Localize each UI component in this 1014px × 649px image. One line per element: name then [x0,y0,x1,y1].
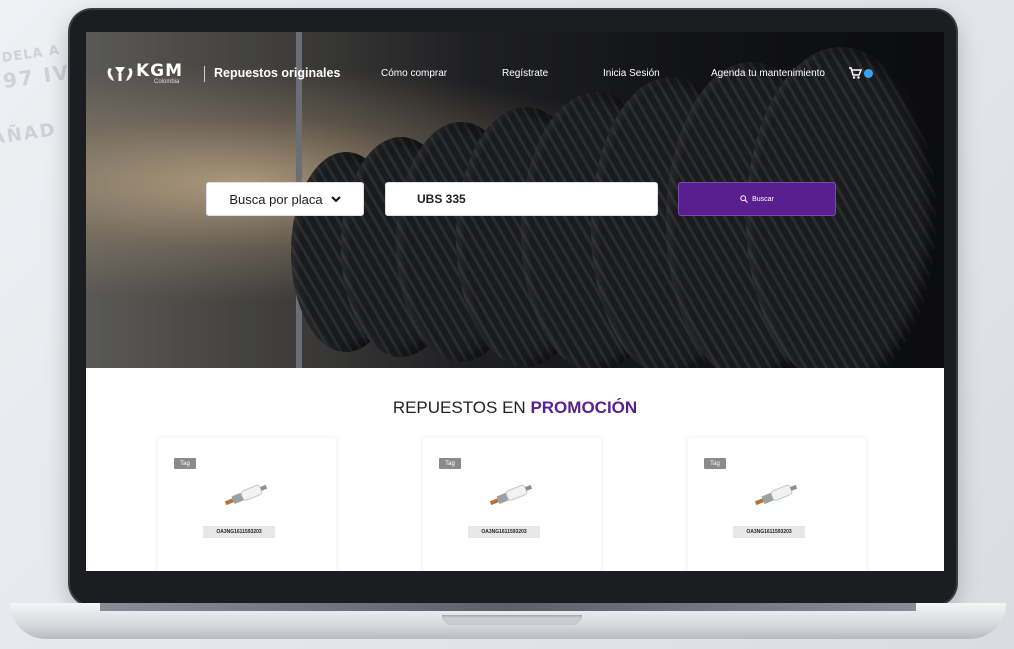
product-tag: Tag [704,458,726,469]
product-card[interactable]: Tag OA3NG1611593203 [158,438,336,571]
product-tag: Tag [174,458,196,469]
kgm-emblem-icon [107,67,133,81]
brand-name: KGM [136,61,184,81]
nav-link-agenda-mantenimiento[interactable]: Agenda tu mantenimiento [711,68,825,79]
product-sku: OA3NG1611593203 [468,526,540,538]
spark-plug-image [224,484,268,506]
cart-button[interactable] [848,66,874,82]
nav-link-inicia-sesion[interactable]: Inicia Sesión [603,68,660,79]
promo-section: REPUESTOS EN PROMOCIÓN Tag OA3NG16115932… [86,368,944,571]
plate-input[interactable]: UBS 335 [385,182,658,216]
cart-count-badge [864,69,873,78]
search-button-label: Buscar [752,195,774,203]
spark-plug-image [489,484,533,506]
site-tagline: Repuestos originales [214,66,341,80]
background-text: 097 IV [0,59,72,96]
keyboard-edge [100,603,916,611]
product-card[interactable]: Tag OA3NG1611593203 [423,438,601,571]
background-text: AÑAD [0,119,58,150]
promo-title-prefix: REPUESTOS EN [392,398,531,417]
tire-image [746,47,936,387]
laptop-base [10,603,1006,639]
search-icon [740,195,748,203]
product-tag: Tag [439,458,461,469]
trackpad-notch [442,615,582,625]
kgm-logo[interactable] [106,64,134,84]
cart-icon [849,67,863,79]
plate-input-value: UBS 335 [417,192,466,206]
laptop-frame: KGM Colombia Repuestos originales Cómo c… [70,10,956,605]
search-button[interactable]: Buscar [678,182,836,216]
screen: KGM Colombia Repuestos originales Cómo c… [86,32,944,571]
product-sku: OA3NG1611593203 [203,526,275,538]
search-type-select[interactable]: Busca por placa [206,182,364,216]
product-sku: OA3NG1611593203 [733,526,805,538]
divider [204,66,205,82]
spark-plug-image [754,484,798,506]
nav-link-registrate[interactable]: Regístrate [502,68,548,79]
top-nav: KGM Colombia Repuestos originales Cómo c… [86,61,944,92]
promo-title-highlight: PROMOCIÓN [530,398,638,417]
nav-link-como-comprar[interactable]: Cómo comprar [381,68,447,79]
promo-title: REPUESTOS EN PROMOCIÓN [86,398,944,418]
hero-banner: KGM Colombia Repuestos originales Cómo c… [86,32,944,387]
search-type-label: Busca por placa [229,191,323,207]
brand-country: Colombia [154,79,180,85]
chevron-down-icon [330,195,341,202]
product-card[interactable]: Tag OA3NG1611593203 [688,438,866,571]
